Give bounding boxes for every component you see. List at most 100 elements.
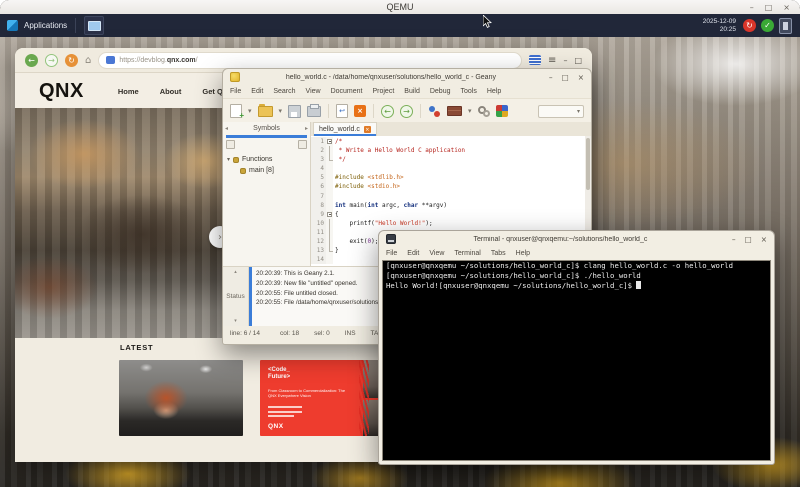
geany-menu-document[interactable]: Document (331, 88, 363, 95)
code-line[interactable]: 4 (311, 164, 585, 173)
url-bar[interactable]: https://devblog.qnx.com/ (98, 52, 522, 69)
compile-icon[interactable] (428, 104, 441, 119)
message-window-tabs[interactable]: ▴ Status ▾ (223, 267, 249, 326)
qemu-minimize-icon[interactable]: – (750, 3, 754, 12)
terminal-menu-tabs[interactable]: Tabs (491, 250, 506, 257)
window-list-button[interactable] (84, 16, 104, 35)
code-line[interactable]: 2 * Write a Hello World C application (311, 146, 585, 155)
code-line[interactable]: 9{ (311, 210, 585, 219)
geany-menu-edit[interactable]: Edit (251, 88, 263, 95)
line-number: 13 (311, 246, 326, 255)
new-file-icon[interactable]: + (230, 104, 242, 119)
editor-tab-hello-world[interactable]: hello_world.c × (313, 122, 377, 136)
article-card-photo[interactable] (119, 360, 243, 436)
browser-maximize-icon[interactable]: □ (574, 56, 582, 65)
symbols-collapse-icon[interactable] (298, 140, 307, 149)
browser-home-icon[interactable]: ⌂ (85, 55, 91, 66)
build-icon[interactable] (447, 104, 462, 119)
qemu-close-icon[interactable]: × (783, 3, 790, 12)
code-line[interactable]: 1/* (311, 137, 585, 146)
save-icon[interactable] (288, 104, 301, 119)
card-body-text: From Classroom to Commercialization: The… (268, 388, 353, 398)
applications-menu-icon[interactable] (7, 20, 18, 31)
close-file-icon[interactable]: × (354, 104, 366, 119)
browser-back-icon[interactable]: ← (25, 54, 38, 67)
terminal-titlebar[interactable]: Terminal - qnxuser@qnxqemu:~/solutions/h… (379, 231, 774, 247)
qemu-maximize-icon[interactable]: □ (765, 3, 773, 12)
clock[interactable]: 2025-12-09 20:25 (703, 18, 736, 33)
geany-menu-debug[interactable]: Debug (430, 88, 451, 95)
terminal-menu-terminal[interactable]: Terminal (454, 250, 480, 257)
terminal-menu-edit[interactable]: Edit (407, 250, 419, 257)
notification-icon[interactable]: ↻ (743, 19, 756, 32)
open-icon[interactable] (258, 104, 273, 119)
url-domain: qnx.com (167, 57, 196, 64)
geany-menu-view[interactable]: View (306, 88, 321, 95)
sidebar-tab-scroll-right-icon[interactable]: ▸ (305, 125, 308, 132)
code-line[interactable]: 7 (311, 192, 585, 201)
code-line[interactable]: 5#include <stdlib.h> (311, 173, 585, 182)
tree-expander-icon[interactable]: ▾ (227, 156, 230, 163)
qnx-logo[interactable]: QNX (39, 80, 84, 103)
nav-home[interactable]: Home (118, 87, 139, 96)
dropdown-icon[interactable]: ▾ (279, 104, 283, 119)
color-chooser-icon[interactable] (496, 104, 508, 119)
terminal-menu-view[interactable]: View (429, 250, 444, 257)
browser-reload-icon[interactable]: ↻ (65, 54, 78, 67)
tab-scroll-down-icon[interactable]: ▾ (234, 318, 237, 324)
nav-about[interactable]: About (160, 87, 182, 96)
scrollbar-thumb[interactable] (586, 138, 590, 190)
geany-menu-project[interactable]: Project (372, 88, 394, 95)
nav-back-icon[interactable]: ← (381, 104, 394, 119)
geany-menu-build[interactable]: Build (404, 88, 420, 95)
symbols-expand-icon[interactable] (226, 140, 235, 149)
code-line[interactable]: 3 */ (311, 155, 585, 164)
fold-marker[interactable] (326, 210, 333, 219)
symbols-main-node[interactable]: main [8] (223, 165, 310, 176)
dropdown-icon[interactable]: ▾ (468, 104, 472, 119)
tab-scroll-up-icon[interactable]: ▴ (234, 269, 237, 275)
site-identity-icon[interactable] (106, 56, 115, 64)
statusbar-item: INS (345, 330, 356, 337)
browser-forward-icon[interactable]: → (45, 54, 58, 67)
geany-menu-file[interactable]: File (230, 88, 241, 95)
applications-menu[interactable]: Applications (24, 21, 67, 30)
revert-icon[interactable]: ↩ (336, 104, 348, 119)
browser-minimize-icon[interactable]: – (563, 56, 567, 65)
terminal-maximize-icon[interactable]: □ (745, 235, 752, 244)
geany-sidebar: ◂ Symbols ▸ ▾ Functions main [8] (223, 122, 311, 266)
latest-heading: LATEST (120, 343, 153, 352)
geany-close-icon[interactable]: × (578, 73, 584, 82)
code-line[interactable]: 10 printf("Hello World!"); (311, 219, 585, 228)
tray-icon[interactable] (779, 18, 792, 34)
nav-forward-icon[interactable]: → (400, 104, 413, 119)
run-icon[interactable] (478, 104, 490, 119)
geany-menu-tools[interactable]: Tools (461, 88, 477, 95)
article-card-code-future[interactable]: <Code_ Future> From Classroom to Commerc… (260, 360, 385, 436)
browser-menu-icon[interactable]: ≡ (548, 55, 556, 66)
terminal-menu-help[interactable]: Help (516, 250, 530, 257)
geany-maximize-icon[interactable]: □ (562, 73, 569, 82)
dropdown-icon[interactable]: ▾ (248, 104, 252, 119)
terminal-screen[interactable]: [qnxuser@qnxqemu ~/solutions/hello_world… (382, 260, 771, 461)
qemu-titlebar[interactable]: QEMU – □ × (0, 0, 800, 15)
geany-titlebar[interactable]: hello_world.c - /data/home/qnxuser/solut… (223, 69, 591, 85)
symbols-functions-node[interactable]: ▾ Functions (223, 154, 310, 165)
goto-line-combo[interactable]: ▾ (538, 105, 584, 118)
geany-menu-search[interactable]: Search (273, 88, 295, 95)
print-icon[interactable] (307, 104, 321, 119)
geany-minimize-icon[interactable]: – (549, 73, 553, 82)
tab-close-icon[interactable]: × (364, 126, 371, 133)
reader-view-icon[interactable] (529, 55, 541, 65)
update-check-icon[interactable]: ✓ (761, 19, 774, 32)
geany-menu-help[interactable]: Help (487, 88, 501, 95)
terminal-close-icon[interactable]: × (761, 235, 767, 244)
code-line[interactable]: 8int main(int argc, char **argv) (311, 201, 585, 210)
message-tab-status[interactable]: Status (226, 293, 244, 300)
code-line[interactable]: 6#include <stdio.h> (311, 182, 585, 191)
fold-marker (326, 146, 333, 155)
terminal-minimize-icon[interactable]: – (732, 235, 736, 244)
fold-marker[interactable] (326, 137, 333, 146)
terminal-menu-file[interactable]: File (386, 250, 397, 257)
sidebar-tab-symbols[interactable]: Symbols (228, 125, 305, 132)
